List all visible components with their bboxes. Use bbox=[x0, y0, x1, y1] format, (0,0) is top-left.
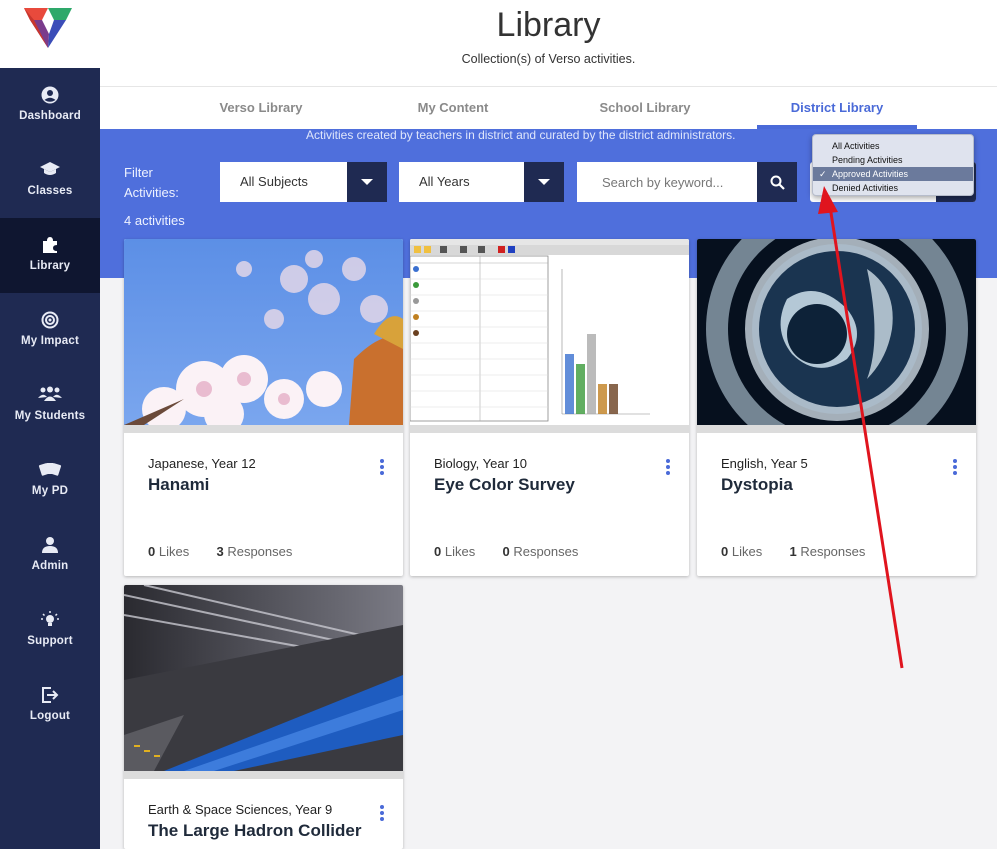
activity-card-eye-color-survey[interactable]: Biology, Year 10 Eye Color Survey 0 Like… bbox=[410, 239, 689, 576]
responses-count: 1 bbox=[789, 544, 797, 559]
card-title[interactable]: Hanami bbox=[148, 475, 209, 495]
status-option-pending[interactable]: Pending Activities bbox=[813, 153, 973, 167]
card-divider bbox=[410, 425, 689, 433]
subject-select-value: All Subjects bbox=[240, 174, 308, 189]
status-option-all[interactable]: All Activities bbox=[813, 139, 973, 153]
card-thumbnail-globe-artwork bbox=[697, 239, 976, 425]
sidebar-item-label: My PD bbox=[31, 485, 69, 497]
card-divider bbox=[697, 425, 976, 433]
card-subject: Earth & Space Sciences, Year 9 bbox=[148, 802, 333, 817]
card-thumbnail-spreadsheet-chart bbox=[410, 239, 689, 425]
sidebar: Dashboard Classes Library My Impact My S… bbox=[0, 0, 100, 849]
sidebar-item-label: Support bbox=[27, 635, 73, 647]
page-subtitle: Collection(s) of Verso activities. bbox=[461, 52, 636, 66]
tab-school-library[interactable]: School Library bbox=[580, 87, 710, 130]
sidebar-item-label: Admin bbox=[31, 560, 69, 572]
chevron-down-icon[interactable] bbox=[347, 162, 387, 202]
responses-count: 3 bbox=[216, 544, 224, 559]
user-circle-icon bbox=[0, 86, 100, 106]
activity-card-dystopia[interactable]: English, Year 5 Dystopia 0 Likes 1 Respo… bbox=[697, 239, 976, 576]
card-stats: 0 Likes 3 Responses bbox=[148, 544, 292, 559]
sidebar-item-dashboard[interactable]: Dashboard bbox=[0, 68, 100, 143]
sidebar-item-my-pd[interactable]: My PD bbox=[0, 443, 100, 518]
sidebar-item-library[interactable]: Library bbox=[0, 218, 100, 293]
status-option-approved[interactable]: ✓ Approved Activities bbox=[813, 167, 973, 181]
sidebar-item-label: My Students bbox=[14, 410, 86, 422]
chevron-down-icon[interactable] bbox=[524, 162, 564, 202]
card-subject: Biology, Year 10 bbox=[434, 456, 527, 471]
likes-count: 0 bbox=[148, 544, 156, 559]
group-icon bbox=[0, 386, 100, 406]
sidebar-item-support[interactable]: Support bbox=[0, 593, 100, 668]
card-subject: Japanese, Year 12 bbox=[148, 456, 256, 471]
likes-count: 0 bbox=[721, 544, 729, 559]
card-title[interactable]: Dystopia bbox=[721, 475, 793, 495]
card-thumbnail-tunnel bbox=[124, 585, 403, 771]
target-icon bbox=[0, 311, 100, 331]
card-stats: 0 Likes 1 Responses bbox=[721, 544, 865, 559]
sidebar-item-label: Logout bbox=[29, 710, 71, 722]
graduation-cap-icon bbox=[0, 161, 100, 181]
sidebar-item-label: Dashboard bbox=[19, 110, 81, 122]
subject-select[interactable]: All Subjects bbox=[220, 162, 387, 202]
status-option-label: Approved Activities bbox=[832, 169, 909, 179]
status-option-denied[interactable]: Denied Activities bbox=[813, 181, 973, 195]
card-thumbnail-cherry-blossoms bbox=[124, 239, 403, 425]
card-title[interactable]: The Large Hadron Collider bbox=[148, 821, 361, 841]
likes-count: 0 bbox=[434, 544, 442, 559]
more-options-icon[interactable] bbox=[379, 805, 385, 821]
activity-card-large-hadron-collider[interactable]: Earth & Space Sciences, Year 9 The Large… bbox=[124, 585, 403, 849]
page-title: Library bbox=[496, 6, 601, 44]
year-select[interactable]: All Years bbox=[399, 162, 564, 202]
card-title[interactable]: Eye Color Survey bbox=[434, 475, 575, 495]
responses-label: Responses bbox=[513, 544, 579, 559]
tab-verso-library[interactable]: Verso Library bbox=[200, 87, 322, 130]
more-options-icon[interactable] bbox=[379, 459, 385, 475]
likes-label: Likes bbox=[444, 544, 476, 559]
sidebar-item-my-impact[interactable]: My Impact bbox=[0, 293, 100, 368]
tab-my-content[interactable]: My Content bbox=[393, 87, 513, 130]
search-icon bbox=[770, 175, 785, 190]
search-button[interactable] bbox=[757, 162, 797, 202]
status-dropdown-menu: All Activities Pending Activities ✓ Appr… bbox=[812, 134, 974, 196]
likes-label: Likes bbox=[158, 544, 190, 559]
search-box bbox=[577, 162, 797, 202]
responses-count: 0 bbox=[502, 544, 510, 559]
sidebar-item-logout[interactable]: Logout bbox=[0, 668, 100, 743]
card-divider bbox=[124, 425, 403, 433]
year-select-value: All Years bbox=[419, 174, 470, 189]
person-icon bbox=[0, 536, 100, 556]
library-description: Activities created by teachers in distri… bbox=[306, 128, 736, 142]
sidebar-item-classes[interactable]: Classes bbox=[0, 143, 100, 218]
responses-label: Responses bbox=[227, 544, 293, 559]
more-options-icon[interactable] bbox=[952, 459, 958, 475]
activity-count: 4 activities bbox=[124, 213, 185, 228]
activity-card-hanami[interactable]: Japanese, Year 12 Hanami 0 Likes 3 Respo… bbox=[124, 239, 403, 576]
sidebar-item-label: Classes bbox=[27, 185, 73, 197]
puzzle-piece-icon bbox=[0, 236, 100, 256]
likes-label: Likes bbox=[731, 544, 763, 559]
card-stats: 0 Likes 0 Responses bbox=[434, 544, 578, 559]
card-divider bbox=[124, 771, 403, 779]
card-subject: English, Year 5 bbox=[721, 456, 808, 471]
checkmark-icon: ✓ bbox=[819, 169, 827, 179]
tab-district-library[interactable]: District Library bbox=[767, 87, 907, 130]
library-tabs: Verso Library My Content School Library … bbox=[100, 86, 997, 129]
logo-icon bbox=[24, 8, 72, 48]
sidebar-item-label: My Impact bbox=[20, 335, 80, 347]
lightbulb-icon bbox=[0, 611, 100, 631]
page-header: Library Collection(s) of Verso activitie… bbox=[100, 0, 997, 86]
sidebar-item-admin[interactable]: Admin bbox=[0, 518, 100, 593]
verso-logo[interactable] bbox=[0, 0, 100, 68]
filter-label: Filter Activities: bbox=[124, 165, 179, 200]
responses-label: Responses bbox=[800, 544, 866, 559]
logout-icon bbox=[0, 686, 100, 706]
sidebar-item-label: Library bbox=[29, 260, 71, 272]
cards-icon bbox=[0, 461, 100, 481]
more-options-icon[interactable] bbox=[665, 459, 671, 475]
search-input[interactable] bbox=[577, 162, 757, 202]
sidebar-item-my-students[interactable]: My Students bbox=[0, 368, 100, 443]
